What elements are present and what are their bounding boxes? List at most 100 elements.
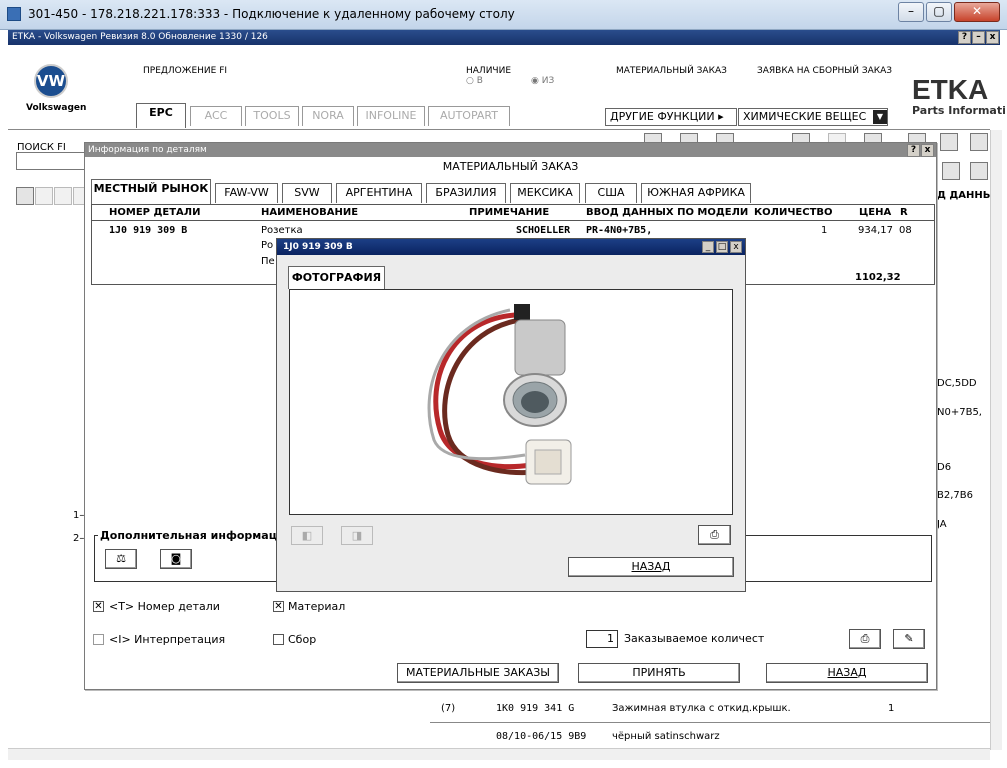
row-name-3: Пе (261, 256, 275, 267)
order-quantity-input[interactable]: 1 (586, 630, 618, 648)
photo-close-button[interactable]: x (730, 241, 742, 253)
row-name-1: Розетка (261, 225, 303, 236)
tab-photo[interactable]: ФОТОГРАФИЯ (288, 266, 385, 289)
etka-logo-sub: Parts Informati (912, 104, 1006, 117)
bg-row2-desc: чёрный satinschwarz (612, 731, 720, 742)
material-orders-button[interactable]: МАТЕРИАЛЬНЫЕ ЗАКАЗЫ (397, 663, 559, 683)
photo-printer-icon[interactable]: ⎙ (698, 525, 731, 545)
material-order-link[interactable]: МАТЕРИАЛЬНЫЙ ЗАКАЗ (616, 66, 727, 76)
restore-button[interactable]: – (972, 31, 985, 44)
tab-tools[interactable]: TOOLS (245, 106, 299, 126)
minimize-button[interactable]: – (898, 2, 924, 22)
col-model-data: ВВОД ДАННЫХ ПО МОДЕЛИ (586, 207, 749, 218)
row-r: 08 (899, 225, 912, 236)
avail-radio-v[interactable]: ○ В (466, 76, 483, 86)
tab-local-market[interactable]: МЕСТНЫЙ РЫНОК (91, 179, 211, 205)
tab-usa[interactable]: США (585, 183, 637, 203)
photo-window: 1J0 919 309 B _ □ x ФОТОГРАФИЯ ◧ ◨ ⎙ НАЗ… (276, 238, 746, 592)
material-checkbox[interactable]: ✕ (273, 601, 284, 612)
total-price: 1102,32 (855, 272, 901, 283)
photo-frame (289, 289, 733, 515)
camera-icon[interactable]: ◙ (160, 549, 192, 569)
next-photo-icon[interactable]: ◨ (341, 526, 373, 545)
bg-row-part: 1K0 919 341 G (496, 703, 575, 714)
last-icon[interactable] (970, 162, 988, 180)
proposal-label: ПРЕДЛОЖЕНИЕ FI (143, 66, 228, 76)
assembly-checkbox[interactable] (273, 634, 284, 645)
tab-south-africa[interactable]: ЮЖНАЯ АФРИКА (641, 183, 751, 203)
zoom-fit-icon[interactable] (54, 187, 72, 205)
page-next-icon[interactable] (970, 133, 988, 151)
dialog-help-button[interactable]: ? (907, 144, 920, 157)
row-price: 934,17 (858, 225, 893, 236)
chemicals-dropdown[interactable]: ХИМИЧЕСКИЕ ВЕЩЕС ▼ (738, 108, 888, 126)
dialog-heading: МАТЕРИАЛЬНЫЙ ЗАКАЗ (442, 160, 579, 173)
chevron-down-icon: ▼ (873, 110, 887, 124)
col-note: ПРИМЕЧАНИЕ (469, 207, 550, 218)
row-part-number[interactable]: 1J0 919 309 B (109, 225, 187, 236)
rdp-app-icon (7, 7, 21, 21)
dialog-close-button[interactable]: x (921, 144, 934, 157)
zoom-in-icon[interactable] (16, 187, 34, 205)
tab-mexico[interactable]: МЕКСИКА (510, 183, 580, 203)
tab-infoline[interactable]: INFOLINE (357, 106, 425, 126)
tab-brazil[interactable]: БРАЗИЛИЯ (426, 183, 506, 203)
table-header-divider (91, 220, 935, 221)
col-part-number: НОМЕР ДЕТАЛИ (109, 207, 201, 218)
row-note: SCHOELLER (516, 225, 571, 236)
bg-right-2: N0+7B5, (937, 407, 982, 418)
tab-epc[interactable]: EPC (136, 103, 186, 128)
prev-photo-icon[interactable]: ◧ (291, 526, 323, 545)
bg-right-3: D6 (937, 462, 952, 473)
tab-svw[interactable]: SVW (282, 183, 332, 203)
printer-icon[interactable]: ⎙ (849, 629, 881, 649)
brand-label: Volkswagen (26, 103, 87, 113)
photo-maximize-button[interactable]: □ (716, 241, 728, 253)
bg-row-qty: 1 (888, 703, 895, 714)
interpretation-checkbox[interactable] (93, 634, 104, 645)
help-button[interactable]: ? (958, 31, 971, 44)
photo-back-button[interactable]: НАЗАД (568, 557, 734, 577)
col-name: НАИМЕНОВАНИЕ (261, 207, 359, 218)
col-quantity: КОЛИЧЕСТВО (754, 207, 833, 218)
row-name-2: Ро (261, 240, 274, 251)
assembly-order-link[interactable]: ЗАЯВКА НА СБОРНЫЙ ЗАКАЗ (757, 66, 892, 76)
bg-row-desc: Зажимная втулка с откид.крышк. (612, 703, 791, 714)
interpretation-checkbox-label: <I> Интерпретация (109, 633, 226, 646)
etka-title-bar: ETKA - Volkswagen Ревизия 8.0 Обновление… (8, 30, 1000, 45)
part-number-checkbox[interactable]: ✕ (93, 601, 104, 612)
bg-row-pos: (7) (441, 703, 456, 714)
maximize-button[interactable]: ▢ (926, 2, 952, 22)
accept-button[interactable]: ПРИНЯТЬ (578, 663, 740, 683)
tab-argentina[interactable]: АРГЕНТИНА (336, 183, 422, 203)
avail-radio-iz[interactable]: ◉ ИЗ (531, 76, 554, 86)
bg-row-divider (430, 722, 990, 723)
etka-close-button[interactable]: x (986, 31, 999, 44)
zoom-out-icon[interactable] (35, 187, 53, 205)
scale-icon[interactable]: ⚖ (105, 549, 137, 569)
extra-info-label: Дополнительная информация (98, 529, 294, 542)
row-qty: 1 (821, 225, 828, 236)
cigarette-socket-image (427, 304, 572, 485)
other-functions-button[interactable]: ДРУГИЕ ФУНКЦИИ ▸ (605, 108, 737, 126)
page-prev-icon[interactable] (940, 133, 958, 151)
close-button[interactable]: ✕ (954, 2, 1000, 22)
vertical-scrollbar[interactable] (990, 130, 1002, 750)
tab-autopart[interactable]: AUTOPART (428, 106, 510, 126)
edit-icon[interactable]: ✎ (893, 629, 925, 649)
col-price: ЦЕНА (859, 207, 892, 218)
assembly-checkbox-label: Сбор (288, 633, 317, 646)
etka-title: ETKA - Volkswagen Ревизия 8.0 Обновление… (12, 32, 268, 42)
horizontal-scrollbar[interactable] (8, 748, 990, 760)
header-divider (8, 129, 990, 130)
tab-nora[interactable]: NORA (302, 106, 354, 126)
bg-right-1: DC,5DD (937, 378, 977, 389)
bg-right-4: B2,7B6 (937, 490, 973, 501)
first-icon[interactable] (942, 162, 960, 180)
dialog-back-button[interactable]: НАЗАД (766, 663, 928, 683)
tab-acc[interactable]: ACC (190, 106, 242, 126)
col-r: R (900, 207, 908, 218)
photo-minimize-button[interactable]: _ (702, 241, 714, 253)
tab-faw-vw[interactable]: FAW-VW (215, 183, 278, 203)
search-input[interactable] (16, 152, 86, 170)
